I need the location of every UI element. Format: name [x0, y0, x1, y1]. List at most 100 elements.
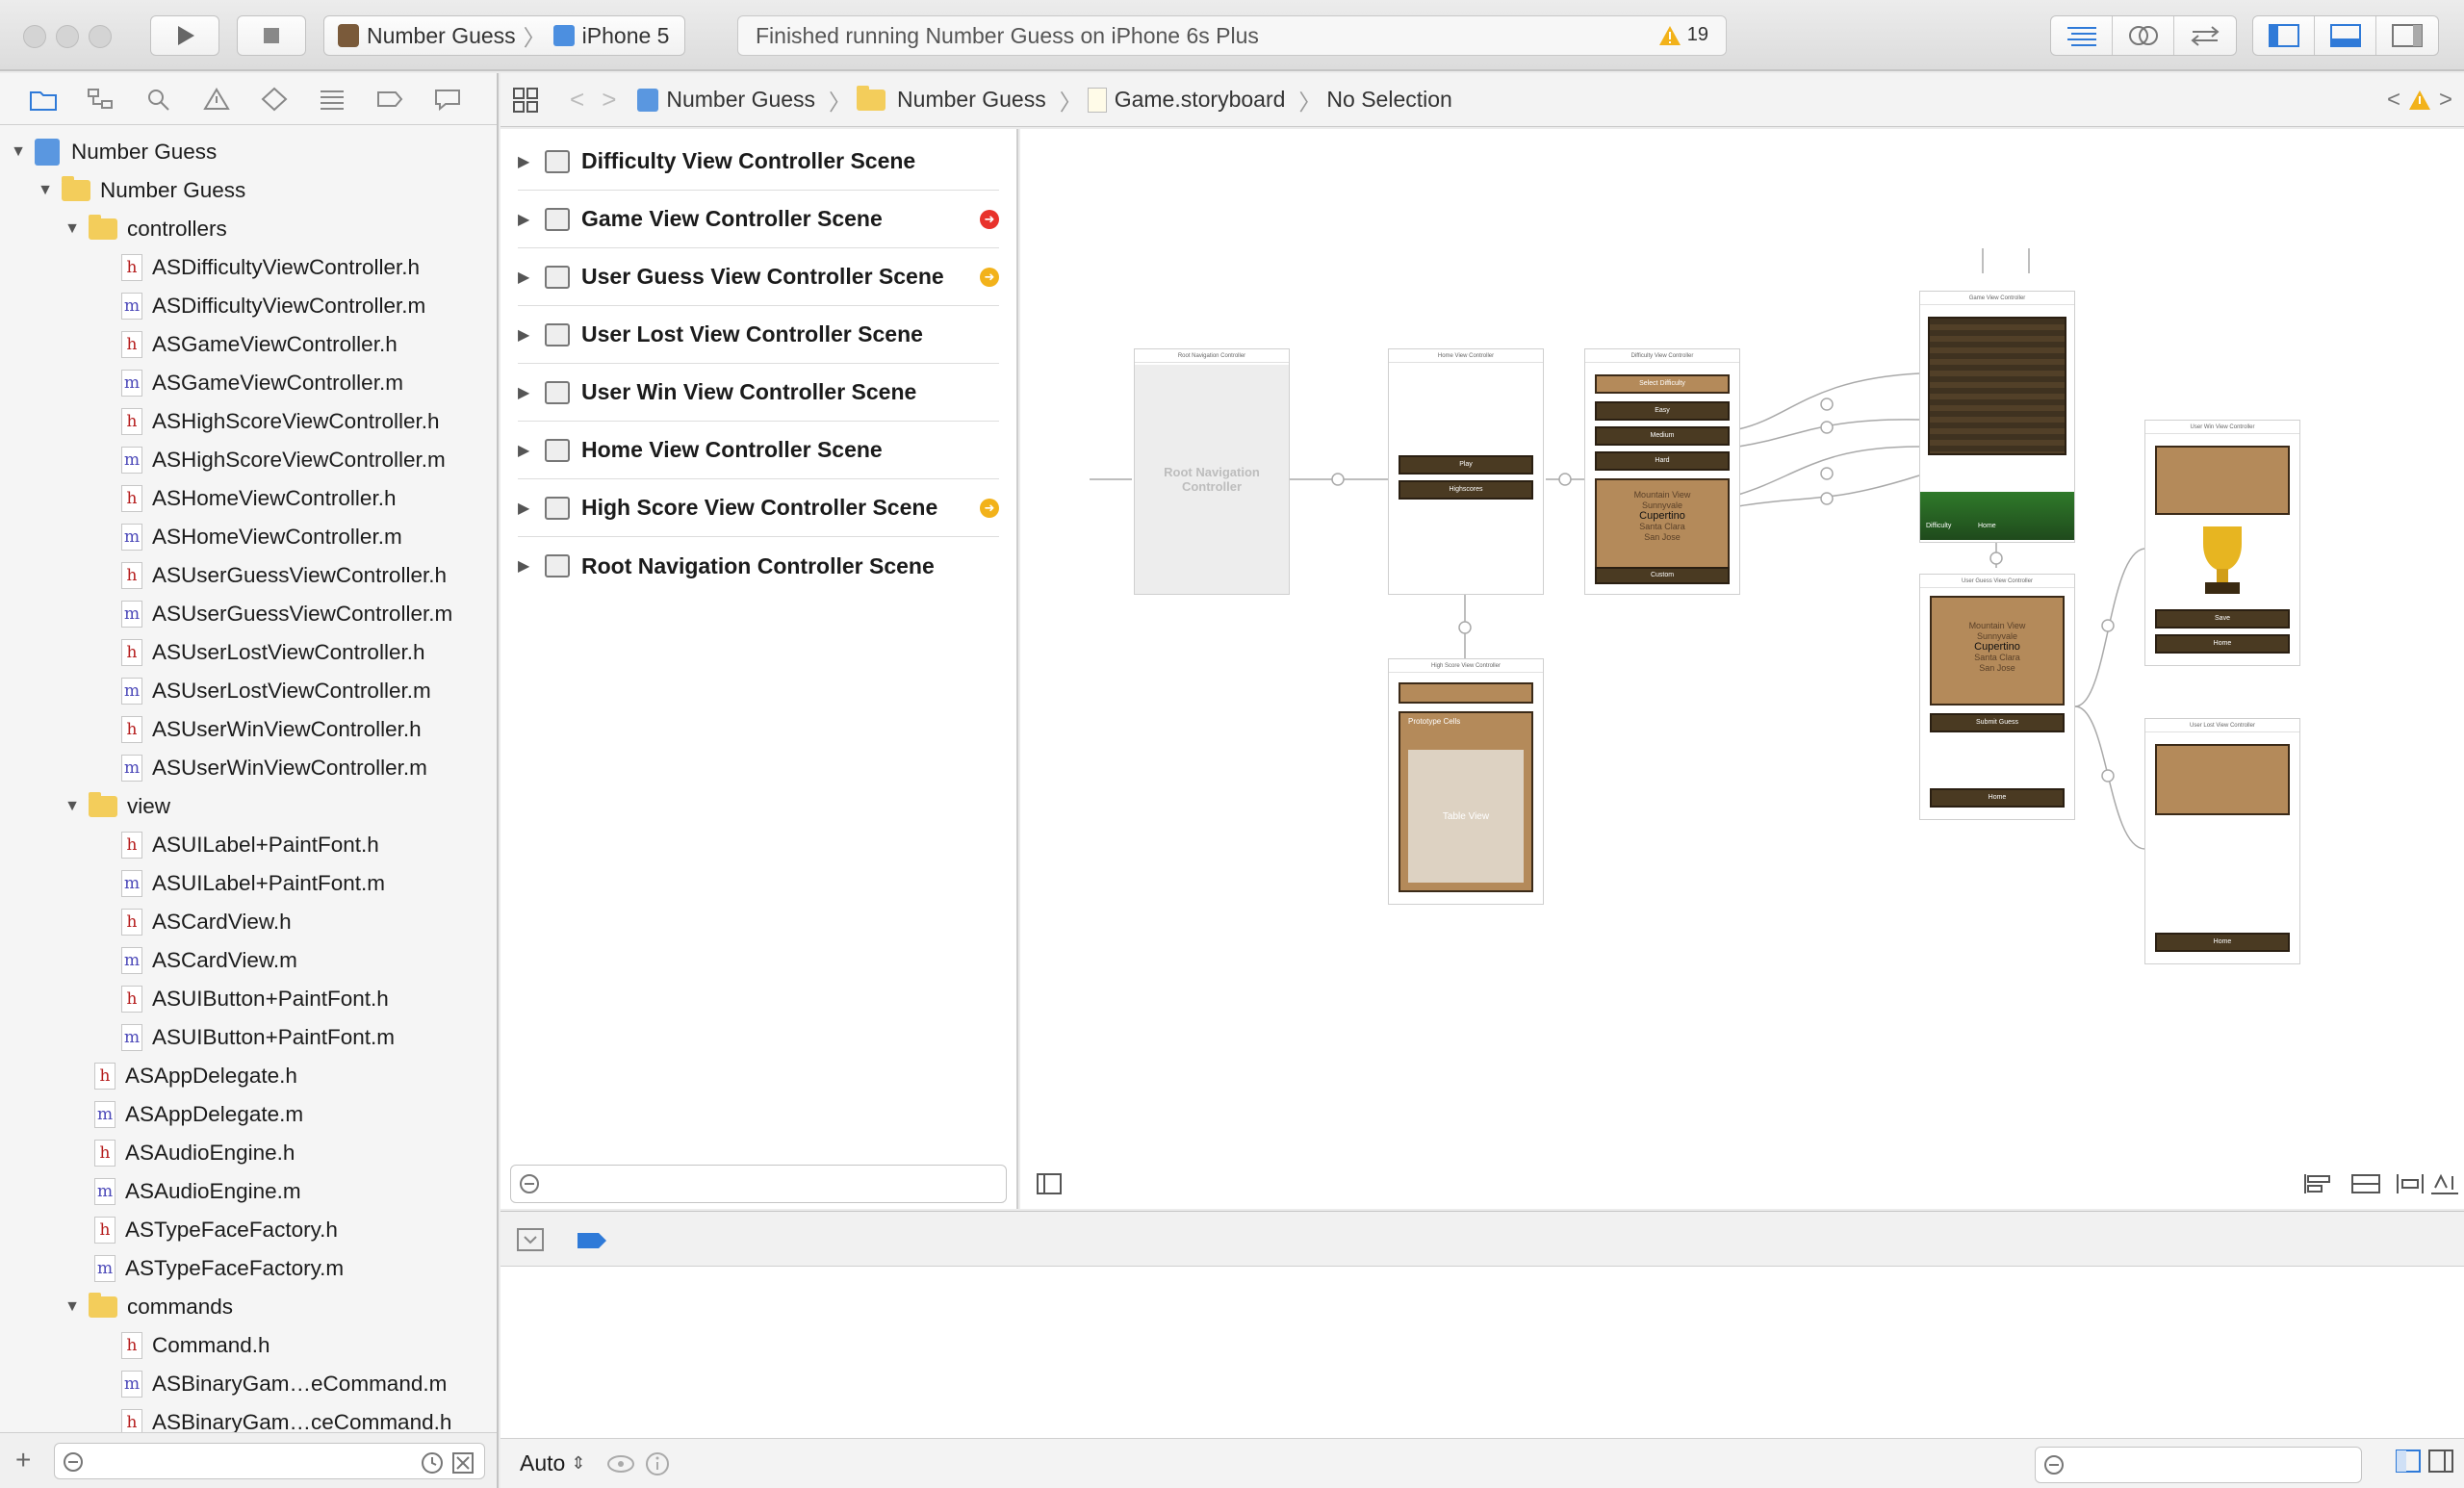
difficulty-view-controller[interactable]: Difficulty View Controller Select Diffic… [1584, 348, 1740, 595]
outline-scene-row[interactable]: ▶ Game View Controller Scene ➜ [518, 191, 999, 248]
file-row[interactable]: h ASUILabel+PaintFont.h [0, 826, 497, 864]
run-button[interactable] [150, 15, 219, 56]
outline-scene-row[interactable]: ▶ High Score View Controller Scene ➜ [518, 479, 999, 537]
close-window-button[interactable] [23, 25, 46, 48]
file-row[interactable]: h ASHomeViewController.h [0, 479, 497, 518]
file-row[interactable]: m ASBinaryGam…eCommand.m [0, 1365, 497, 1403]
file-row[interactable]: m ASDifficultyViewController.m [0, 287, 497, 325]
add-icon[interactable]: + [15, 1445, 31, 1475]
file-row[interactable]: h Command.h [0, 1326, 497, 1365]
breakpoints-toggle-icon[interactable] [576, 1231, 608, 1250]
storyboard-canvas[interactable]: Root Navigation Controller Root Navigati… [1020, 129, 2464, 1209]
folder-row-commands[interactable]: ▼ commands [0, 1288, 497, 1326]
next-issue-icon[interactable]: > [2439, 87, 2452, 114]
user-lost-view-controller[interactable]: User Lost View Controller Home [2144, 718, 2300, 964]
version-editor-button[interactable] [2174, 16, 2236, 55]
resizing-icon[interactable] [2429, 1172, 2460, 1195]
file-row[interactable]: h ASBinaryGam…ceCommand.h [0, 1403, 497, 1432]
warning-icon[interactable] [2408, 90, 2431, 111]
warning-badge[interactable]: 19 [1658, 24, 1708, 46]
file-row[interactable]: m ASUserLostViewController.m [0, 672, 497, 710]
related-items-grid-icon[interactable] [512, 87, 539, 114]
outline-scene-row[interactable]: ▶ User Guess View Controller Scene ➜ [518, 248, 999, 306]
user-guess-view-controller[interactable]: User Guess View Controller Mountain View… [1919, 574, 2075, 820]
outline-scene-row[interactable]: ▶ User Win View Controller Scene [518, 364, 999, 422]
hide-debug-area-icon[interactable] [516, 1227, 545, 1252]
error-arrow-icon[interactable]: ➜ [980, 209, 999, 229]
file-row[interactable]: h ASGameViewController.h [0, 325, 497, 364]
stop-button[interactable] [237, 15, 306, 56]
outline-scene-row[interactable]: ▶ Difficulty View Controller Scene [518, 133, 999, 191]
navigator-filter-field[interactable] [54, 1443, 485, 1479]
standard-editor-button[interactable] [2051, 16, 2113, 55]
show-variables-icon[interactable] [2395, 1449, 2422, 1474]
root-navigation-controller[interactable]: Root Navigation Controller Root Navigati… [1134, 348, 1290, 595]
file-row[interactable]: m ASUILabel+PaintFont.m [0, 864, 497, 903]
issue-navigator-tab[interactable] [202, 85, 231, 114]
breadcrumb-group[interactable]: Number Guess [857, 85, 1046, 113]
file-row[interactable]: h ASCardView.h [0, 903, 497, 941]
file-row[interactable]: m ASUIButton+PaintFont.m [0, 1018, 497, 1057]
folder-row-view[interactable]: ▼ view [0, 787, 497, 826]
zoom-window-button[interactable] [89, 25, 112, 48]
home-view-controller[interactable]: Home View Controller Play Highscores [1388, 348, 1544, 595]
file-row[interactable]: m ASTypeFaceFactory.m [0, 1249, 497, 1288]
resolve-layout-icon[interactable] [2395, 1172, 2426, 1195]
outline-scene-row[interactable]: ▶ Root Navigation Controller Scene [518, 537, 999, 595]
toggle-debug-area-button[interactable] [2315, 16, 2376, 55]
debug-console[interactable] [500, 1267, 2464, 1438]
file-row[interactable]: m ASUserWinViewController.m [0, 749, 497, 787]
file-row[interactable]: h ASHighScoreViewController.h [0, 402, 497, 441]
folder-row-controllers[interactable]: ▼ controllers [0, 210, 497, 248]
file-row[interactable]: h ASTypeFaceFactory.h [0, 1211, 497, 1249]
breadcrumb-file[interactable]: Game.storyboard [1087, 87, 1285, 113]
file-row[interactable]: m ASAppDelegate.m [0, 1095, 497, 1134]
scheme-selector[interactable]: Number Guess 〉 iPhone 5 [323, 15, 685, 56]
file-row[interactable]: m ASHomeViewController.m [0, 518, 497, 556]
warning-arrow-icon[interactable]: ➜ [980, 267, 999, 287]
file-row[interactable]: m ASUserGuessViewController.m [0, 595, 497, 633]
assistant-editor-button[interactable] [2113, 16, 2174, 55]
recent-files-icon[interactable] [421, 1451, 444, 1475]
breadcrumb-selection[interactable]: No Selection [1326, 87, 1451, 113]
quick-look-eye-icon[interactable] [606, 1453, 635, 1475]
toggle-navigator-button[interactable] [2253, 16, 2315, 55]
file-row[interactable]: h ASUserLostViewController.h [0, 633, 497, 672]
source-control-filter-icon[interactable] [451, 1451, 475, 1475]
variables-scope-selector[interactable]: Auto [520, 1450, 565, 1476]
high-score-view-controller[interactable]: High Score View Controller Prototype Cel… [1388, 658, 1544, 905]
symbol-navigator-tab[interactable] [87, 85, 116, 114]
file-row[interactable]: h ASUIButton+PaintFont.h [0, 980, 497, 1018]
show-console-icon[interactable] [2427, 1449, 2454, 1474]
console-filter-field[interactable] [2035, 1447, 2362, 1483]
test-navigator-tab[interactable] [260, 85, 289, 114]
group-row[interactable]: ▼ Number Guess [0, 171, 497, 210]
info-icon[interactable] [645, 1451, 670, 1476]
find-navigator-tab[interactable] [144, 85, 173, 114]
outline-scene-row[interactable]: ▶ Home View Controller Scene [518, 422, 999, 479]
breakpoint-navigator-tab[interactable] [375, 85, 404, 114]
breadcrumb-project[interactable]: Number Guess [637, 87, 815, 113]
user-win-view-controller[interactable]: User Win View Controller Save Home [2144, 420, 2300, 666]
file-row[interactable]: m ASAudioEngine.m [0, 1172, 497, 1211]
file-row[interactable]: m ASHighScoreViewController.m [0, 441, 497, 479]
show-outline-icon[interactable] [1036, 1172, 1063, 1195]
outline-filter-field[interactable] [510, 1165, 1007, 1203]
debug-navigator-tab[interactable] [318, 85, 346, 114]
project-row[interactable]: ▼ Number Guess [0, 133, 497, 171]
warning-arrow-icon[interactable]: ➜ [980, 498, 999, 518]
file-row[interactable]: h ASUserGuessViewController.h [0, 556, 497, 595]
forward-arrow-icon[interactable]: > [602, 85, 616, 115]
file-row[interactable]: h ASUserWinViewController.h [0, 710, 497, 749]
file-row[interactable]: m ASCardView.m [0, 941, 497, 980]
previous-issue-icon[interactable]: < [2387, 87, 2400, 114]
file-row[interactable]: h ASDifficultyViewController.h [0, 248, 497, 287]
file-row[interactable]: m ASGameViewController.m [0, 364, 497, 402]
pin-icon[interactable] [2350, 1172, 2381, 1195]
project-navigator-tab[interactable] [29, 85, 58, 114]
file-row[interactable]: h ASAudioEngine.h [0, 1134, 497, 1172]
back-arrow-icon[interactable]: < [570, 85, 584, 115]
toggle-utilities-button[interactable] [2376, 16, 2438, 55]
outline-scene-row[interactable]: ▶ User Lost View Controller Scene [518, 306, 999, 364]
report-navigator-tab[interactable] [433, 85, 462, 114]
